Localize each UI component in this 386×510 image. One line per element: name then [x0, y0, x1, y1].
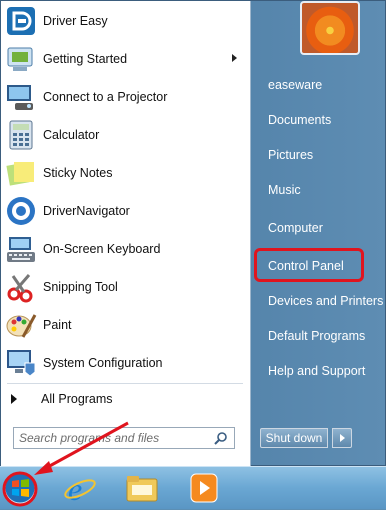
- program-driver-easy[interactable]: Driver Easy: [1, 2, 249, 40]
- right-item-easeware[interactable]: easeware: [268, 78, 322, 92]
- program-label: System Configuration: [43, 356, 163, 370]
- drivernavigator-icon: [5, 195, 37, 227]
- media-player-icon[interactable]: [186, 471, 222, 505]
- program-sticky-notes[interactable]: Sticky Notes: [1, 154, 249, 192]
- sticky-notes-icon: [5, 157, 37, 189]
- program-label: On-Screen Keyboard: [43, 242, 161, 256]
- right-item-pictures[interactable]: Pictures: [268, 148, 313, 162]
- program-connect-projector[interactable]: Connect to a Projector: [1, 78, 249, 116]
- right-item-default-programs[interactable]: Default Programs: [268, 329, 365, 343]
- programs-pane: Driver Easy Getting Started Connect to a…: [1, 1, 251, 467]
- search-box[interactable]: Search programs and files: [13, 427, 235, 449]
- program-label: Driver Easy: [43, 14, 108, 28]
- getting-started-icon: [5, 43, 37, 75]
- program-getting-started[interactable]: Getting Started: [1, 40, 249, 78]
- submenu-arrow-icon[interactable]: [232, 54, 237, 62]
- arrow-right-icon: [11, 394, 17, 404]
- taskbar: e: [0, 466, 386, 509]
- user-avatar[interactable]: [300, 1, 360, 55]
- start-menu: Driver Easy Getting Started Connect to a…: [0, 0, 386, 467]
- control-panel-highlight: [254, 248, 364, 282]
- file-explorer-icon[interactable]: [124, 471, 160, 505]
- program-calculator[interactable]: Calculator: [1, 116, 249, 154]
- program-onscreen-keyboard[interactable]: On-Screen Keyboard: [1, 230, 249, 268]
- calculator-icon: [5, 119, 37, 151]
- shutdown-options-arrow-icon[interactable]: [332, 428, 352, 448]
- all-programs-label: All Programs: [41, 392, 113, 406]
- program-label: Calculator: [43, 128, 100, 142]
- right-item-documents[interactable]: Documents: [268, 113, 331, 127]
- internet-explorer-icon[interactable]: e: [62, 471, 98, 507]
- search-icon[interactable]: [214, 431, 228, 445]
- program-label: Sticky Notes: [43, 166, 113, 180]
- right-item-help-support[interactable]: Help and Support: [268, 364, 365, 378]
- paint-icon: [5, 309, 37, 341]
- all-programs-item[interactable]: All Programs: [1, 387, 249, 411]
- program-label: Paint: [43, 318, 72, 332]
- right-item-devices-printers[interactable]: Devices and Printers: [268, 294, 383, 308]
- program-label: Connect to a Projector: [43, 90, 168, 104]
- system-configuration-icon: [5, 347, 37, 379]
- right-item-music[interactable]: Music: [268, 183, 301, 197]
- program-snipping-tool[interactable]: Snipping Tool: [1, 268, 249, 306]
- program-paint[interactable]: Paint: [1, 306, 249, 344]
- program-label: Getting Started: [43, 52, 128, 66]
- program-label: DriverNavigator: [43, 204, 130, 218]
- keyboard-icon: [5, 233, 37, 265]
- program-label: Snipping Tool: [43, 280, 118, 294]
- projector-icon: [5, 81, 37, 113]
- snipping-tool-icon: [5, 271, 37, 303]
- shutdown-button[interactable]: Shut down: [260, 428, 328, 448]
- shutdown-label[interactable]: Shut down: [260, 428, 328, 448]
- divider: [7, 383, 243, 384]
- program-drivernavigator[interactable]: DriverNavigator: [1, 192, 249, 230]
- start-orb-icon[interactable]: [2, 471, 38, 505]
- driver-easy-icon: [5, 5, 37, 37]
- program-system-configuration[interactable]: System Configuration: [1, 344, 249, 382]
- right-item-computer[interactable]: Computer: [268, 221, 323, 235]
- search-input[interactable]: Search programs and files: [14, 431, 214, 445]
